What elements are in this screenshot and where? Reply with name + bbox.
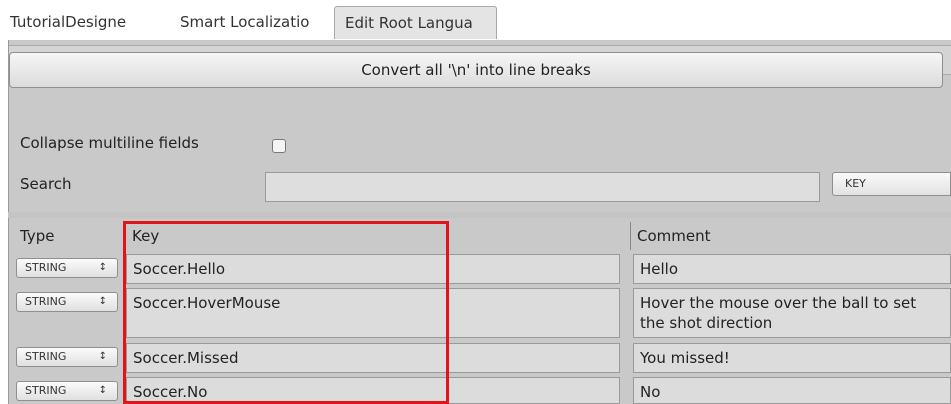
type-dropdown[interactable]: STRING ↕ xyxy=(16,258,118,278)
comment-field[interactable]: No xyxy=(633,377,951,404)
up-down-arrows-icon: ↕ xyxy=(98,296,107,307)
column-header-type: Type xyxy=(20,227,55,245)
tab-tutorial-designer[interactable]: TutorialDesigne xyxy=(0,6,168,39)
search-input[interactable] xyxy=(265,172,820,202)
type-label: STRING xyxy=(25,384,67,397)
tab-bar: TutorialDesigne Smart Localizatio Edit R… xyxy=(0,0,951,40)
convert-line-breaks-button[interactable]: Convert all '\n' into line breaks xyxy=(9,52,943,88)
key-field[interactable]: Soccer.No xyxy=(126,377,620,404)
comment-field[interactable]: Hello xyxy=(633,254,951,284)
tab-smart-localization[interactable]: Smart Localizatio xyxy=(170,6,330,39)
key-field[interactable]: Soccer.HoverMouse xyxy=(126,288,620,338)
column-header-key: Key xyxy=(132,227,160,245)
tab-edit-root-language[interactable]: Edit Root Langua xyxy=(334,6,497,39)
type-label: STRING xyxy=(25,261,67,274)
comment-field[interactable]: Hover the mouse over the ball to set the… xyxy=(633,288,951,338)
up-down-arrows-icon: ↕ xyxy=(98,385,107,396)
type-dropdown[interactable]: STRING ↕ xyxy=(16,381,118,401)
search-label: Search xyxy=(20,175,72,193)
type-dropdown[interactable]: STRING ↕ xyxy=(16,292,118,312)
collapse-multiline-label: Collapse multiline fields xyxy=(20,134,199,152)
key-field[interactable]: Soccer.Missed xyxy=(126,343,620,373)
table-divider xyxy=(8,212,951,218)
type-label: STRING xyxy=(25,350,67,363)
search-mode-dropdown[interactable]: KEY xyxy=(832,172,951,196)
collapse-multiline-checkbox[interactable] xyxy=(272,139,286,153)
column-header-comment: Comment xyxy=(630,222,951,250)
key-field[interactable]: Soccer.Hello xyxy=(126,254,620,284)
up-down-arrows-icon: ↕ xyxy=(98,351,107,362)
up-down-arrows-icon: ↕ xyxy=(98,262,107,273)
type-dropdown[interactable]: STRING ↕ xyxy=(16,347,118,367)
comment-field[interactable]: You missed! xyxy=(633,343,951,373)
type-label: STRING xyxy=(25,295,67,308)
